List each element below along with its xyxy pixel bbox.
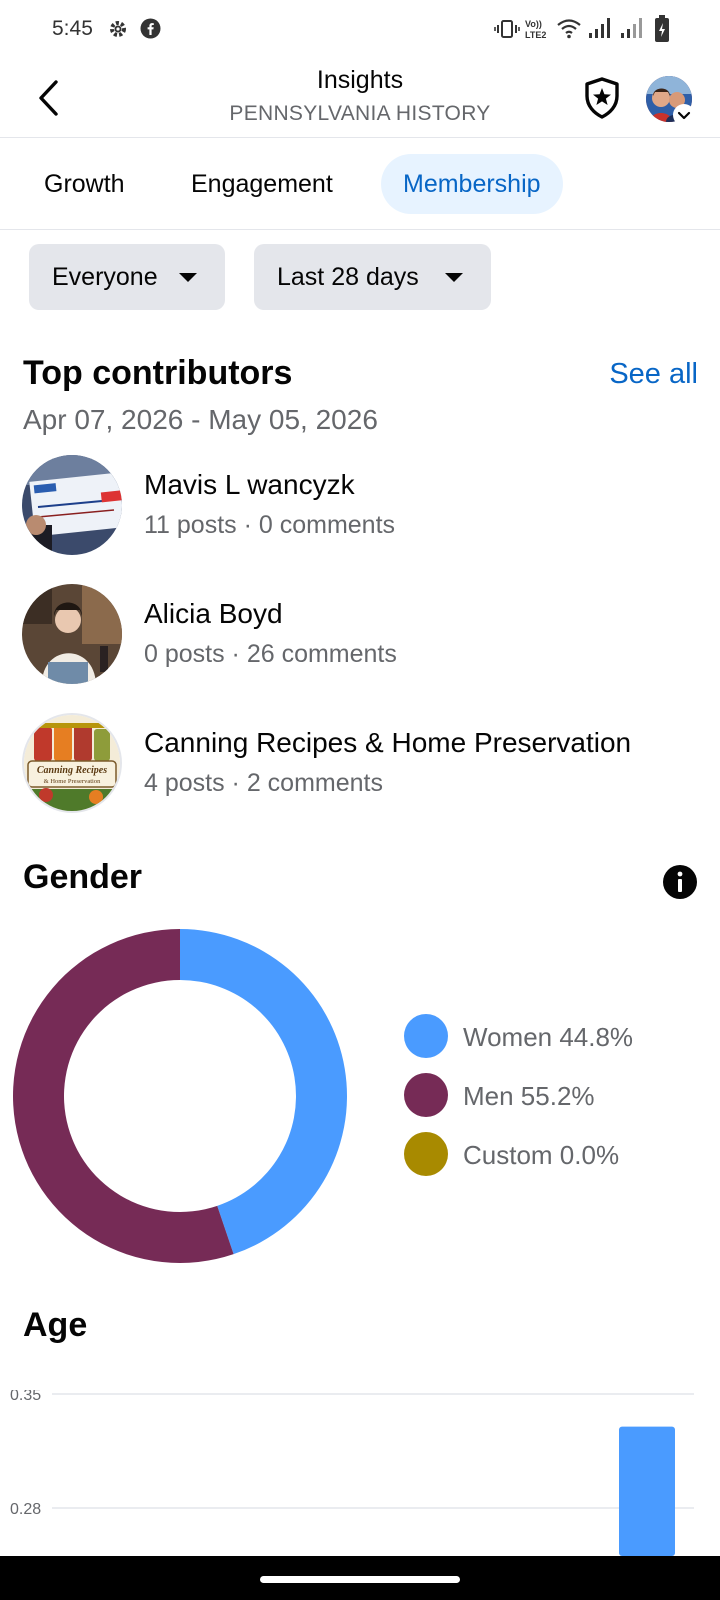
chevron-down-icon	[677, 111, 691, 120]
gender-donut-chart	[12, 929, 347, 1263]
status-time: 5:45	[52, 17, 93, 40]
logo-title-text: Canning Recipes	[37, 765, 107, 776]
group-logo: Canning Recipes & Home Preservation	[22, 713, 122, 813]
contributor-row[interactable]: Mavis L wancyzk 11 posts · 0 comments	[22, 455, 712, 555]
contributor-name: Alicia Boyd	[144, 598, 283, 629]
tab-growth[interactable]: Growth	[22, 154, 147, 214]
info-icon[interactable]	[662, 864, 698, 900]
contributor-stats: 0 posts · 26 comments	[144, 640, 397, 668]
signal-icon	[621, 18, 642, 38]
gear-icon	[110, 21, 126, 37]
legend-label: Custom 0.0%	[463, 1140, 620, 1170]
audience-filter-label: Everyone	[52, 263, 158, 291]
donut-slice-women	[180, 929, 347, 1255]
audience-filter-dropdown[interactable]: Everyone	[29, 244, 225, 310]
caret-down-icon	[445, 273, 463, 282]
contributor-stats: 11 posts · 0 comments	[144, 511, 396, 539]
vibrate-icon	[494, 20, 520, 38]
legend-swatch	[404, 1132, 448, 1176]
logo-subtitle-text: & Home Preservation	[44, 778, 101, 785]
system-nav-bar	[0, 1556, 720, 1600]
status-bar: 5:45 Vo)) LTE2	[0, 0, 720, 58]
tab-membership[interactable]: Membership	[381, 154, 563, 214]
y-tick-label: 0.35	[10, 1390, 41, 1404]
home-gesture-handle[interactable]	[260, 1576, 460, 1583]
period-filter-label: Last 28 days	[277, 263, 419, 291]
legend-swatch	[404, 1073, 448, 1117]
contributor-avatar	[22, 455, 122, 555]
legend-swatch	[404, 1014, 448, 1058]
contributor-row[interactable]: Canning Recipes & Home Preservation Cann…	[22, 713, 712, 813]
admin-shield-icon[interactable]	[582, 76, 622, 120]
age-bar-chart: 0.35 0.28	[10, 1390, 694, 1556]
period-filter-dropdown[interactable]: Last 28 days	[254, 244, 491, 310]
contributor-name: Canning Recipes & Home Preservation	[144, 727, 632, 758]
contributor-name: Mavis L wancyzk	[144, 469, 355, 500]
top-contributors-heading: Top contributors	[23, 354, 293, 392]
tab-engagement[interactable]: Engagement	[169, 154, 355, 214]
caret-down-icon	[179, 273, 197, 282]
battery-icon	[655, 15, 669, 42]
age-heading: Age	[23, 1306, 88, 1344]
wifi-icon	[557, 19, 581, 39]
contributor-row[interactable]: Alicia Boyd 0 posts · 26 comments	[22, 584, 712, 684]
volte-icon: Vo)) LTE2	[525, 19, 546, 40]
contributor-avatar	[22, 584, 122, 684]
signal-icon	[589, 18, 610, 38]
app-header: Insights PENNSYLVANIA HISTORY	[0, 58, 720, 138]
legend-label: Women 44.8%	[463, 1022, 634, 1052]
insights-tabs: Growth Engagement Membership	[0, 138, 720, 230]
date-range: Apr 07, 2026 - May 05, 2026	[23, 404, 378, 435]
legend-label: Men 55.2%	[463, 1081, 595, 1111]
y-tick-label: 0.28	[10, 1501, 41, 1518]
svg-text:LTE2: LTE2	[525, 30, 546, 40]
account-menu-badge[interactable]	[673, 104, 695, 126]
contributor-stats: 4 posts · 2 comments	[144, 769, 383, 797]
facebook-icon	[140, 18, 161, 39]
svg-text:Vo)): Vo))	[525, 19, 542, 29]
gender-heading: Gender	[23, 858, 143, 896]
age-bar	[619, 1426, 675, 1556]
see-all-link[interactable]: See all	[609, 358, 698, 391]
